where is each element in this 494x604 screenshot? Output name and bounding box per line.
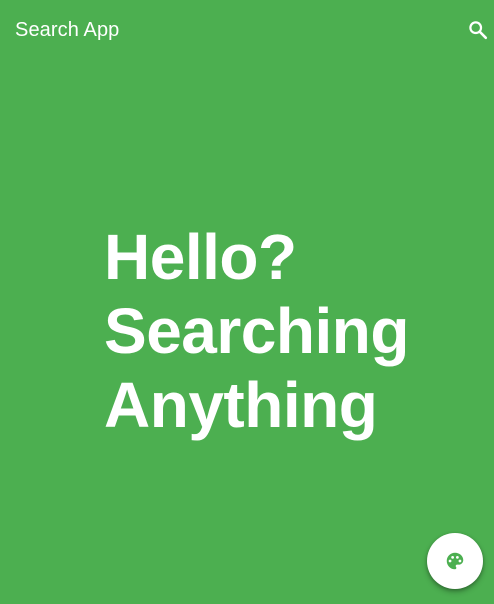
palette-icon (444, 550, 466, 572)
app-title: Search App (15, 19, 120, 41)
headline-line-3: Anything (104, 369, 378, 441)
headline-line-1: Hello? (104, 221, 297, 293)
app-bar: Search App (0, 0, 494, 60)
search-button[interactable] (464, 16, 492, 44)
headline-line-2: Searching (104, 295, 409, 367)
search-icon (467, 19, 489, 41)
headline: Hello? Searching Anything (104, 220, 444, 442)
theme-fab-button[interactable] (427, 533, 483, 589)
